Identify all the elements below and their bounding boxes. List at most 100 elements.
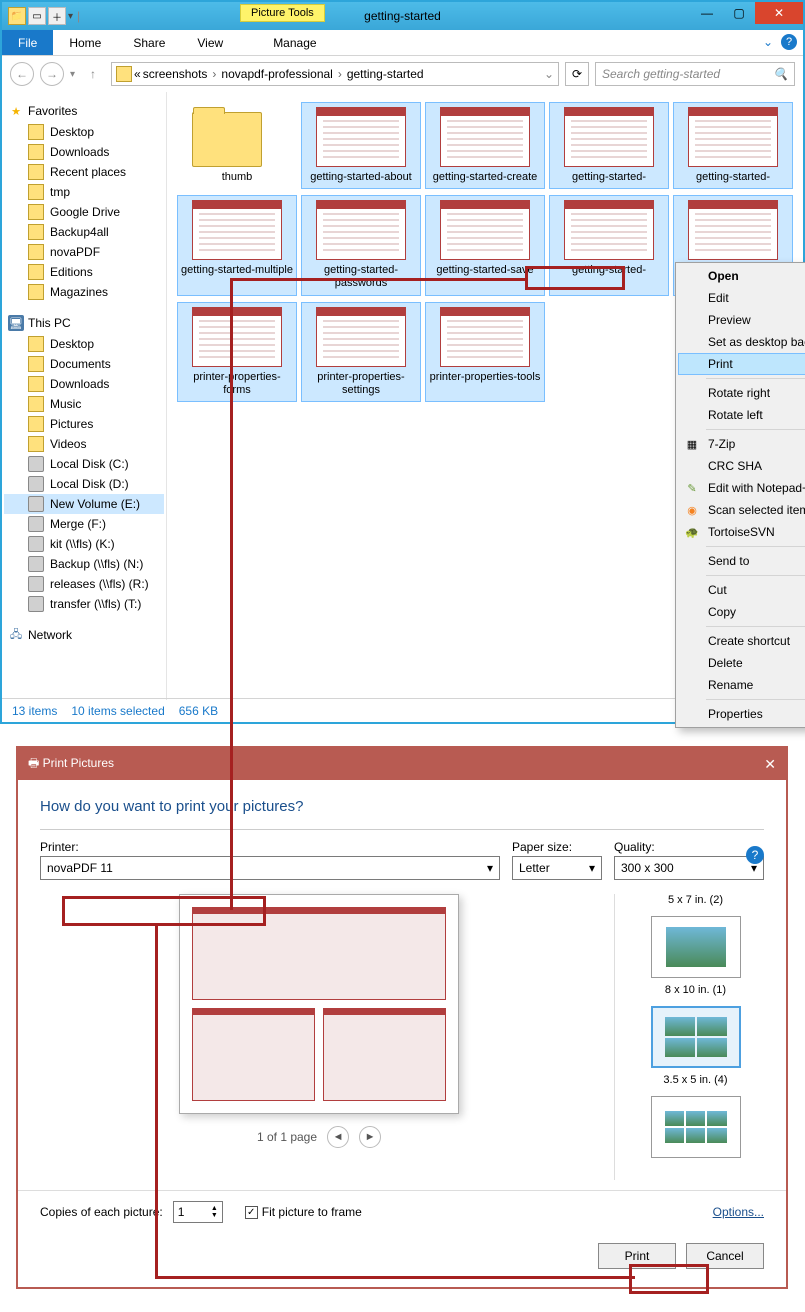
file-item[interactable]: printer-properties-forms bbox=[177, 302, 297, 402]
cm-tortoise[interactable]: 🐢TortoiseSVN▶ bbox=[678, 521, 805, 543]
cm-rotate-right[interactable]: Rotate right bbox=[678, 382, 805, 404]
file-item[interactable]: getting-started-passwords bbox=[301, 195, 421, 295]
layout-option-selected[interactable] bbox=[651, 1006, 741, 1068]
maximize-button[interactable]: ▢ bbox=[723, 2, 755, 24]
file-item[interactable]: getting-started-create bbox=[425, 102, 545, 189]
next-page-button[interactable]: ► bbox=[359, 1126, 381, 1148]
sidebar-item[interactable]: Desktop bbox=[4, 334, 164, 354]
paper-select[interactable]: Letter▾ bbox=[512, 856, 602, 880]
help-icon[interactable]: ? bbox=[781, 34, 797, 50]
breadcrumb-part[interactable]: getting-started bbox=[347, 67, 424, 81]
forward-button[interactable]: → bbox=[40, 62, 64, 86]
file-item[interactable]: printer-properties-tools bbox=[425, 302, 545, 402]
cm-delete[interactable]: Delete bbox=[678, 652, 805, 674]
copies-stepper[interactable]: 1 ▲▼ bbox=[173, 1201, 223, 1223]
sidebar-item[interactable]: Music bbox=[4, 394, 164, 414]
cancel-button[interactable]: Cancel bbox=[686, 1243, 764, 1269]
sidebar-item[interactable]: Google Drive bbox=[4, 202, 164, 222]
folder-item[interactable]: thumb bbox=[177, 102, 297, 189]
cm-shortcut[interactable]: Create shortcut bbox=[678, 630, 805, 652]
cm-open[interactable]: Open bbox=[678, 265, 805, 287]
prev-page-button[interactable]: ◄ bbox=[327, 1126, 349, 1148]
favorites-group[interactable]: ★ Favorites bbox=[4, 100, 164, 122]
sidebar-item[interactable]: Merge (F:) bbox=[4, 514, 164, 534]
cm-cut[interactable]: Cut bbox=[678, 579, 805, 601]
cm-send-to[interactable]: Send to▶ bbox=[678, 550, 805, 572]
print-button[interactable]: Print bbox=[598, 1243, 676, 1269]
tab-manage[interactable]: Manage bbox=[257, 30, 332, 55]
file-tab[interactable]: File bbox=[2, 30, 53, 55]
step-down-icon[interactable]: ▼ bbox=[211, 1212, 218, 1219]
tab-home[interactable]: Home bbox=[53, 30, 117, 55]
file-item[interactable]: getting-started-save bbox=[425, 195, 545, 295]
cm-copy[interactable]: Copy bbox=[678, 601, 805, 623]
file-item[interactable]: getting-started-about bbox=[301, 102, 421, 189]
ribbon-expand-icon[interactable]: ⌄ bbox=[763, 35, 773, 49]
quality-select[interactable]: 300 x 300▾ bbox=[614, 856, 764, 880]
refresh-button[interactable]: ⟳ bbox=[565, 62, 589, 86]
tab-share[interactable]: Share bbox=[117, 30, 181, 55]
dialog-close-button[interactable]: ✕ bbox=[764, 756, 776, 773]
fit-checkbox[interactable]: ✓ Fit picture to frame bbox=[245, 1205, 362, 1219]
printer-select[interactable]: novaPDF 11▾ bbox=[40, 856, 500, 880]
file-item[interactable]: getting-started- bbox=[549, 195, 669, 295]
sidebar-item[interactable]: Downloads bbox=[4, 142, 164, 162]
help-icon[interactable]: ? bbox=[746, 846, 764, 864]
sidebar-item[interactable]: Editions bbox=[4, 262, 164, 282]
cm-notepadpp[interactable]: ✎Edit with Notepad++ bbox=[678, 477, 805, 499]
layout-option[interactable] bbox=[651, 916, 741, 978]
cm-rename[interactable]: Rename bbox=[678, 674, 805, 696]
sidebar-item[interactable]: releases (\\fls) (R:) bbox=[4, 574, 164, 594]
history-dropdown-icon[interactable]: ▾ bbox=[70, 69, 75, 80]
sidebar-item[interactable]: Pictures bbox=[4, 414, 164, 434]
up-button[interactable]: ↑ bbox=[81, 62, 105, 86]
contextual-tab[interactable]: Picture Tools bbox=[240, 4, 325, 22]
drive-icon bbox=[28, 596, 44, 612]
breadcrumb-part[interactable]: novapdf-professional bbox=[221, 67, 332, 81]
close-button[interactable]: ✕ bbox=[755, 2, 803, 24]
cm-crc-sha[interactable]: CRC SHA▶ bbox=[678, 455, 805, 477]
sidebar-item[interactable]: Backup (\\fls) (N:) bbox=[4, 554, 164, 574]
sidebar-item[interactable]: Backup4all bbox=[4, 222, 164, 242]
thumbnail-icon bbox=[192, 307, 282, 367]
cm-scan[interactable]: ◉Scan selected items for viruses bbox=[678, 499, 805, 521]
cm-rotate-left[interactable]: Rotate left bbox=[678, 404, 805, 426]
sidebar-item[interactable]: Local Disk (C:) bbox=[4, 454, 164, 474]
new-folder-icon[interactable]: ＋ bbox=[48, 7, 66, 25]
sidebar-item[interactable]: transfer (\\fls) (T:) bbox=[4, 594, 164, 614]
sidebar-item[interactable]: Documents bbox=[4, 354, 164, 374]
file-item[interactable]: getting-started-multiple bbox=[177, 195, 297, 295]
back-button[interactable]: ← bbox=[10, 62, 34, 86]
cm-preview[interactable]: Preview bbox=[678, 309, 805, 331]
cm-print[interactable]: Print bbox=[678, 353, 805, 375]
minimize-button[interactable]: — bbox=[691, 2, 723, 24]
sidebar-item[interactable]: Downloads bbox=[4, 374, 164, 394]
sidebar-item[interactable]: kit (\\fls) (K:) bbox=[4, 534, 164, 554]
sidebar-item[interactable]: Magazines bbox=[4, 282, 164, 302]
tab-view[interactable]: View bbox=[181, 30, 239, 55]
step-up-icon[interactable]: ▲ bbox=[211, 1205, 218, 1212]
layout-option[interactable] bbox=[651, 1096, 741, 1158]
sidebar-item[interactable]: Desktop bbox=[4, 122, 164, 142]
sidebar-item[interactable]: novaPDF bbox=[4, 242, 164, 262]
properties-icon[interactable]: ▭ bbox=[28, 7, 46, 25]
sidebar-item[interactable]: Local Disk (D:) bbox=[4, 474, 164, 494]
sidebar-item[interactable]: tmp bbox=[4, 182, 164, 202]
sidebar-item[interactable]: New Volume (E:) bbox=[4, 494, 164, 514]
network-group[interactable]: 🖧 Network bbox=[4, 624, 164, 646]
sidebar-item[interactable]: Videos bbox=[4, 434, 164, 454]
search-input[interactable]: Search getting-started 🔍 bbox=[595, 62, 795, 86]
breadcrumb-part[interactable]: screenshots bbox=[143, 67, 208, 81]
cm-edit[interactable]: Edit bbox=[678, 287, 805, 309]
file-item[interactable]: printer-properties-settings bbox=[301, 302, 421, 402]
cm-set-bg[interactable]: Set as desktop background bbox=[678, 331, 805, 353]
breadcrumb[interactable]: « screenshots › novapdf-professional › g… bbox=[111, 62, 559, 86]
thispc-group[interactable]: 🖥 This PC bbox=[4, 312, 164, 334]
qat-dropdown-icon[interactable]: ▾ bbox=[68, 11, 73, 22]
cm-properties[interactable]: Properties bbox=[678, 703, 805, 725]
file-item[interactable]: getting-started- bbox=[549, 102, 669, 189]
file-item[interactable]: getting-started- bbox=[673, 102, 793, 189]
cm-7zip[interactable]: ▦7-Zip▶ bbox=[678, 433, 805, 455]
sidebar-item[interactable]: Recent places bbox=[4, 162, 164, 182]
options-link[interactable]: Options... bbox=[713, 1205, 764, 1219]
